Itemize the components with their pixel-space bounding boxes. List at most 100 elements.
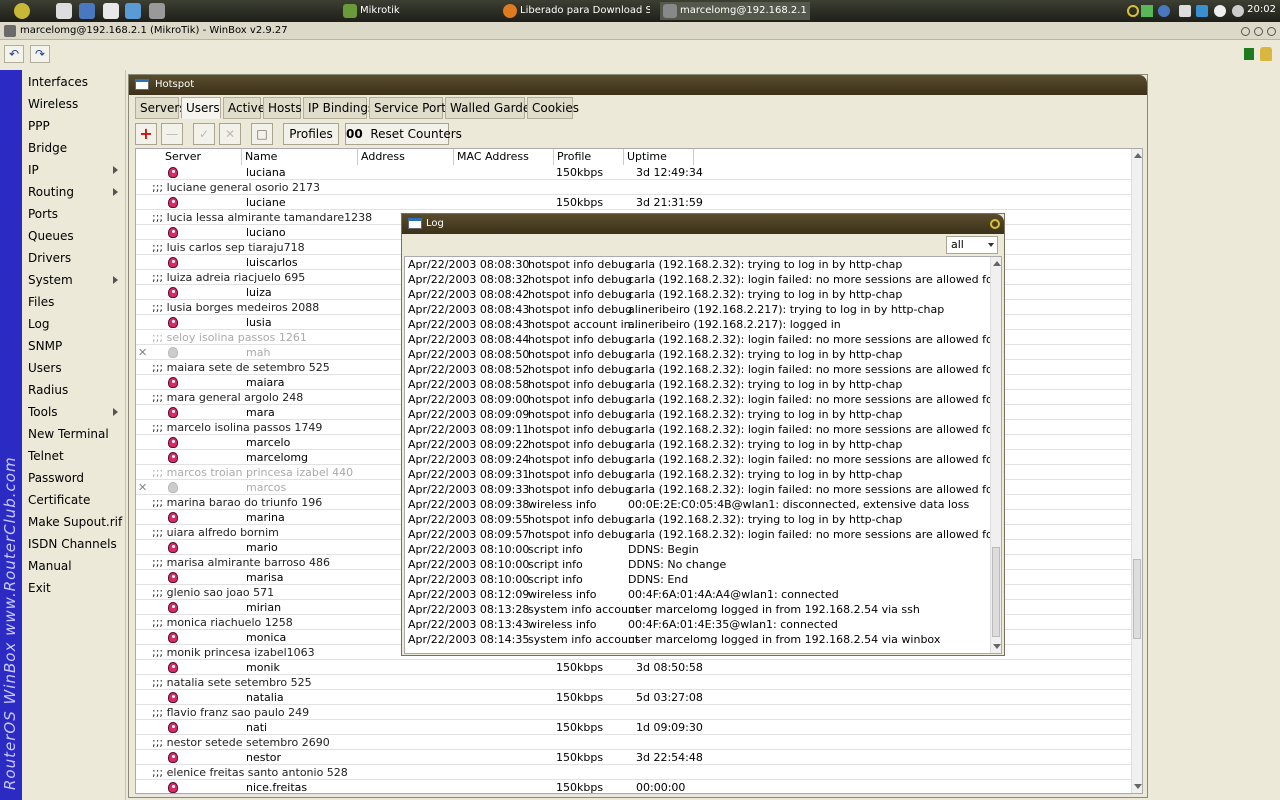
column-header-server[interactable]: Server [162, 149, 242, 165]
sidebar-item-exit[interactable]: Exit [28, 578, 124, 598]
log-entry[interactable]: Apr/22/2003 08:09:22 hotspot info debug ca… [405, 437, 991, 452]
tab-active[interactable]: Active [223, 97, 265, 119]
log-entry[interactable]: Apr/22/2003 08:10:00 script info DDNS: No … [405, 557, 991, 572]
taskbar-button-firefox[interactable]: Liberado para Download S... [500, 2, 650, 20]
log-entry[interactable]: Apr/22/2003 08:08:43 hotspot info debug al… [405, 302, 991, 317]
table-row[interactable]: nestor 150kbps 3d 22:54:48 [136, 750, 1132, 765]
sidebar-item-users[interactable]: Users [28, 358, 124, 378]
sidebar-item-telnet[interactable]: Telnet [28, 446, 124, 466]
table-row[interactable]: luciane 150kbps 3d 21:31:59 [136, 195, 1132, 210]
monitor-icon[interactable] [1214, 5, 1226, 17]
sidebar-item-ip[interactable]: IP [28, 160, 124, 180]
column-header-uptime[interactable]: Uptime [624, 149, 694, 165]
sidebar-item-isdn-channels[interactable]: ISDN Channels [28, 534, 124, 554]
tab-hosts[interactable]: Hosts [263, 97, 302, 119]
log-entry[interactable]: Apr/22/2003 08:09:38 wireless info 00:0E:2… [405, 497, 991, 512]
hotspot-titlebar[interactable]: Hotspot [129, 75, 1147, 95]
table-row-comment[interactable]: ;;; natalia sete setembro 525 [136, 675, 1132, 690]
sidebar-item-queues[interactable]: Queues [28, 226, 124, 246]
table-row-comment[interactable]: ;;; flavio franz sao paulo 249 [136, 705, 1132, 720]
disable-button[interactable]: ✕ [219, 123, 241, 145]
sidebar-item-new-terminal[interactable]: New Terminal [28, 424, 124, 444]
table-row[interactable]: nice.freitas 150kbps 00:00:00 [136, 780, 1132, 795]
profiles-button[interactable]: Profiles [283, 123, 339, 145]
log-entry[interactable]: Apr/22/2003 08:09:09 hotspot info debug ca… [405, 407, 991, 422]
close-icon[interactable] [1267, 27, 1276, 36]
tab-users[interactable]: Users [181, 97, 221, 119]
column-header-name[interactable]: Name [242, 149, 358, 165]
sidebar-item-snmp[interactable]: SNMP [28, 336, 124, 356]
table-row[interactable]: natalia 150kbps 5d 03:27:08 [136, 690, 1132, 705]
status-icon[interactable] [1127, 5, 1139, 17]
tab-cookies[interactable]: Cookies [527, 97, 579, 119]
app-menu-icon[interactable] [14, 3, 30, 19]
log-entry[interactable]: Apr/22/2003 08:09:55 hotspot info debug ca… [405, 512, 991, 527]
sidebar-item-interfaces[interactable]: Interfaces [28, 72, 124, 92]
sidebar-item-password[interactable]: Password [28, 468, 124, 488]
reset-counters-button[interactable]: 00 Reset Counters [345, 123, 462, 145]
sidebar-item-ports[interactable]: Ports [28, 204, 124, 224]
scroll-down-icon[interactable] [1134, 784, 1142, 789]
log-entry[interactable]: Apr/22/2003 08:13:43 wireless info 00:4F:6… [405, 617, 991, 632]
redo-icon[interactable]: ↷ [30, 45, 50, 63]
volume-icon[interactable] [1196, 5, 1208, 17]
log-entry[interactable]: Apr/22/2003 08:09:11 hotspot info debug ca… [405, 422, 991, 437]
network-status-icon[interactable] [1158, 5, 1170, 17]
comment-button[interactable]: □ [251, 123, 273, 145]
log-filter-select[interactable]: all [946, 236, 998, 254]
table-row[interactable]: luciana 150kbps 3d 12:49:34 [136, 165, 1132, 180]
log-entry[interactable]: Apr/22/2003 08:12:09 wireless info 00:4F:6… [405, 587, 991, 602]
wifi-icon[interactable] [1141, 5, 1153, 17]
terminal-icon[interactable] [103, 3, 119, 19]
sidebar-item-wireless[interactable]: Wireless [28, 94, 124, 114]
log-entry[interactable]: Apr/22/2003 08:10:00 script info DDNS: Beg… [405, 542, 991, 557]
table-row-comment[interactable]: ;;; luciane general osorio 2173 [136, 180, 1132, 195]
add-button[interactable]: + [135, 123, 157, 145]
home-icon[interactable] [56, 3, 72, 19]
column-header-address[interactable]: Address [358, 149, 454, 165]
sidebar-item-ppp[interactable]: PPP [28, 116, 124, 136]
sidebar-item-system[interactable]: System [28, 270, 124, 290]
log-scrollbar[interactable] [990, 257, 1001, 653]
taskbar-button-mikrotik[interactable]: Mikrotik [340, 2, 490, 20]
sidebar-item-files[interactable]: Files [28, 292, 124, 312]
scroll-thumb[interactable] [992, 547, 1000, 637]
tab-service-ports[interactable]: Service Ports [369, 97, 452, 119]
sidebar-item-certificate[interactable]: Certificate [28, 490, 124, 510]
undo-icon[interactable]: ↶ [4, 45, 24, 63]
log-entry[interactable]: Apr/22/2003 08:09:31 hotspot info debug ca… [405, 467, 991, 482]
log-entry[interactable]: Apr/22/2003 08:08:43 hotspot account in..… [405, 317, 991, 332]
sidebar-item-bridge[interactable]: Bridge [28, 138, 124, 158]
tools-icon[interactable] [149, 3, 165, 19]
tab-ip-bindings[interactable]: IP Bindings [303, 97, 374, 119]
log-entry[interactable]: Apr/22/2003 08:08:44 hotspot info debug ca… [405, 332, 991, 347]
taskbar-button-winbox[interactable]: marcelomg@192.168.2.1 ... [660, 2, 810, 20]
log-entry[interactable]: Apr/22/2003 08:14:35 system info account u… [405, 632, 991, 647]
browser-icon[interactable] [79, 3, 95, 19]
scroll-thumb[interactable] [1133, 559, 1141, 639]
sidebar-item-manual[interactable]: Manual [28, 556, 124, 576]
log-entry[interactable]: Apr/22/2003 08:08:58 hotspot info debug ca… [405, 377, 991, 392]
close-icon[interactable] [990, 219, 1000, 229]
minimize-icon[interactable] [1241, 27, 1250, 36]
table-row[interactable]: monik 150kbps 3d 08:50:58 [136, 660, 1132, 675]
log-entry[interactable]: Apr/22/2003 08:08:30 hotspot info debug ca… [405, 257, 991, 272]
log-entry[interactable]: Apr/22/2003 08:13:28 system info account u… [405, 602, 991, 617]
scroll-up-icon[interactable] [993, 261, 1001, 266]
column-header-profile[interactable]: Profile [554, 149, 624, 165]
scroll-up-icon[interactable] [1134, 153, 1142, 158]
log-titlebar[interactable]: Log [402, 214, 1004, 234]
users-table-scrollbar[interactable] [1131, 149, 1142, 793]
sidebar-item-make-supout[interactable]: Make Supout.rif [28, 512, 124, 532]
remove-button[interactable]: — [161, 123, 183, 145]
log-entry[interactable]: Apr/22/2003 08:08:32 hotspot info debug ca… [405, 272, 991, 287]
system-icon[interactable] [1232, 5, 1244, 17]
log-entry[interactable]: Apr/22/2003 08:08:52 hotspot info debug ca… [405, 362, 991, 377]
log-entry[interactable]: Apr/22/2003 08:10:00 script info DDNS: End [405, 572, 991, 587]
table-row[interactable]: nati 150kbps 1d 09:09:30 [136, 720, 1132, 735]
table-row-comment[interactable]: ;;; elenice freitas santo antonio 528 [136, 765, 1132, 780]
sidebar-item-drivers[interactable]: Drivers [28, 248, 124, 268]
log-entry[interactable]: Apr/22/2003 08:09:00 hotspot info debug ca… [405, 392, 991, 407]
log-entry[interactable]: Apr/22/2003 08:08:50 hotspot info debug ca… [405, 347, 991, 362]
sidebar-item-log[interactable]: Log [28, 314, 124, 334]
